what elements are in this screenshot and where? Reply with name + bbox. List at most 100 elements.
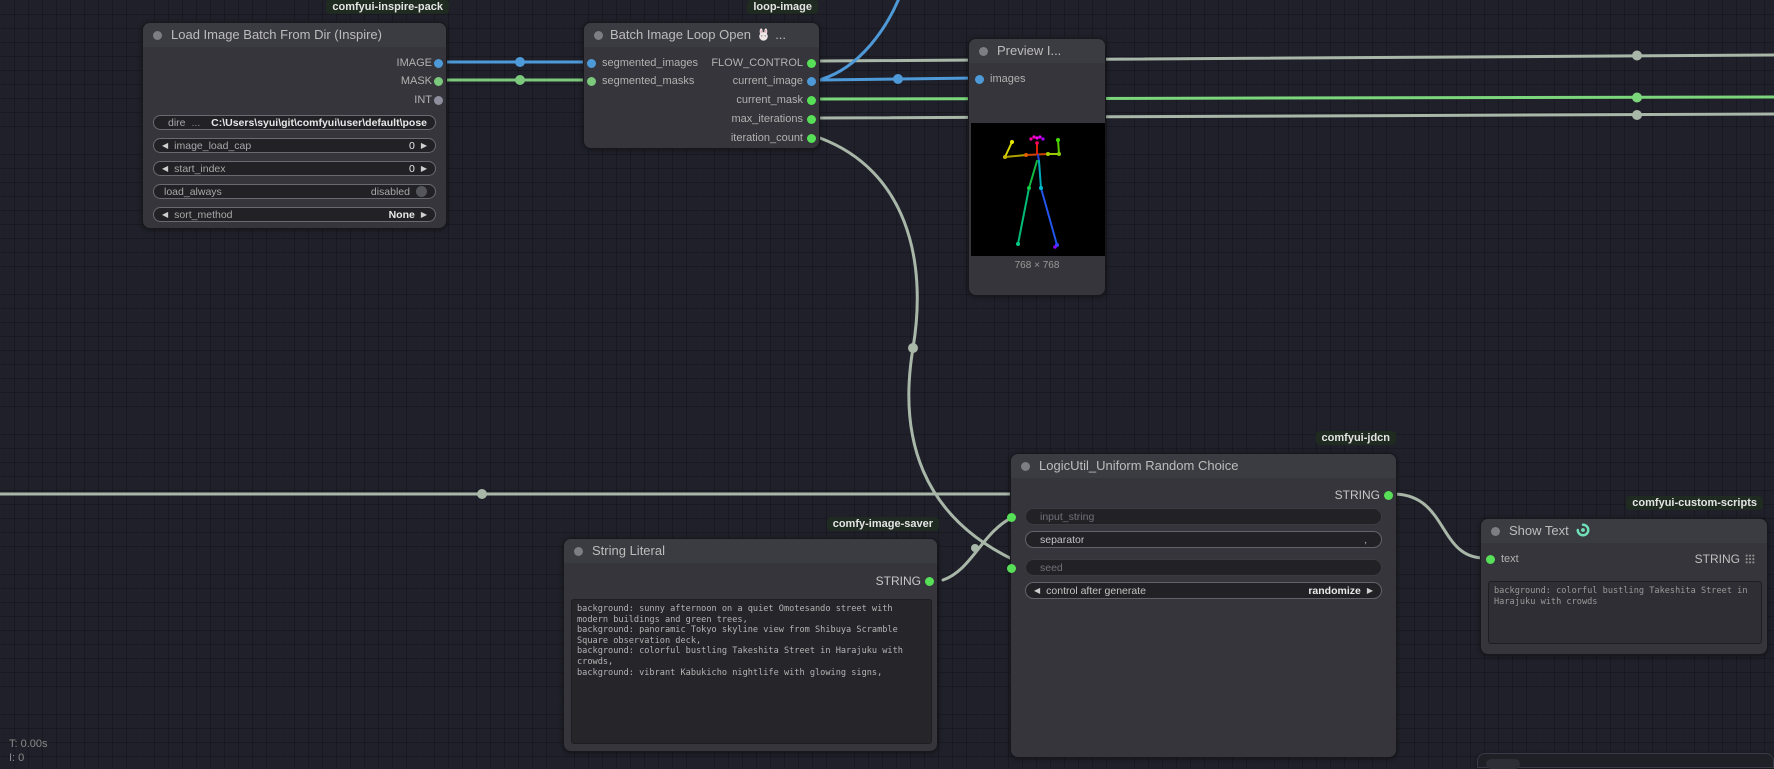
widget-start-index[interactable]: ◀ start_index 0 ▶ [153,161,436,176]
node-badge: comfyui-jdcn [1316,431,1396,445]
widget-value: None [383,209,421,221]
node-title: String Literal [592,543,665,558]
widget-value: 0 [403,163,421,175]
output-slot-max-iterations[interactable] [807,115,816,124]
rabbit-icon [757,28,770,41]
input-widget-seed[interactable]: seed [1025,559,1382,576]
widget-label: control after generate [1046,585,1146,597]
output-slot-flow-control[interactable] [807,59,816,68]
node-title: LogicUtil_Uniform Random Choice [1039,458,1238,473]
input-slot-segmented-masks[interactable] [587,77,596,86]
output-label: STRING [1695,552,1740,566]
output-slot-string[interactable] [925,577,934,586]
toggle-icon[interactable] [416,186,427,197]
node-title: Load Image Batch From Dir (Inspire) [171,27,382,42]
collapse-dot-icon[interactable] [1491,527,1500,536]
input-widget-input-string[interactable]: input_string [1025,508,1382,525]
input-slot-text[interactable] [1486,555,1495,564]
widget-label: image_load_cap [174,140,251,152]
link-current-mask [820,97,1774,99]
link-flow-control [820,55,1774,61]
collapse-dot-icon[interactable] [979,47,988,56]
widget-control-after-generate[interactable]: ◀ control after generate randomize ▶ [1025,582,1382,599]
output-slot-iteration-count[interactable] [807,134,816,143]
node-title: Batch Image Loop Open [610,27,751,42]
output-label-string: STRING [1695,552,1755,566]
node-partial-bottom[interactable] [1477,753,1774,768]
widget-sort-method[interactable]: ◀ sort_method None ▶ [153,207,436,222]
node-title-bar[interactable]: LogicUtil_Uniform Random Choice [1011,454,1396,478]
output-label-mask: MASK [401,74,432,88]
widget-label: load_always [164,186,222,198]
input-slot-images[interactable] [975,75,984,84]
output-slot-string[interactable] [1384,491,1393,500]
string-literal-textarea[interactable]: background: sunny afternoon on a quiet O… [571,599,932,744]
output-slot-int[interactable] [434,96,443,105]
node-preview-image[interactable]: Preview I... images [968,38,1106,296]
output-slot-current-mask[interactable] [807,96,816,105]
output-slot-mask[interactable] [434,77,443,86]
input-slot-seed[interactable] [1007,564,1016,573]
widget-label: seed [1040,562,1063,574]
output-label: current_mask [736,93,803,107]
node-title: Show Text [1509,523,1569,538]
collapse-dot-icon[interactable] [153,31,162,40]
input-label-text: text [1501,552,1519,566]
output-label: current_image [733,74,803,88]
input-label: segmented_images [602,56,698,70]
collapse-dot-icon[interactable] [1021,462,1030,471]
increment-arrow-icon[interactable]: ▶ [421,210,427,219]
output-slot-current-image[interactable] [807,77,816,86]
status-time: T: 0.00s [9,738,48,750]
increment-arrow-icon[interactable]: ▶ [1367,586,1373,595]
widget-value: 0 [403,140,421,152]
widget-separator[interactable]: separator , [1025,531,1382,548]
node-batch-image-loop[interactable]: Batch Image Loop Open ... segmented_imag… [583,22,820,149]
input-label: segmented_masks [602,74,694,88]
decrement-arrow-icon[interactable]: ◀ [162,210,168,219]
show-text-textarea[interactable]: background: colorful bustling Takeshita … [1488,581,1762,644]
widget-label: sort_method [174,209,232,221]
widget-label: start_index [174,163,225,175]
increment-arrow-icon[interactable]: ▶ [421,164,427,173]
decrement-arrow-icon[interactable]: ◀ [162,141,168,150]
increment-arrow-icon[interactable]: ▶ [421,141,427,150]
collapse-dot-icon[interactable] [594,31,603,40]
node-title-bar[interactable]: Load Image Batch From Dir (Inspire) [143,23,446,47]
output-label-int: INT [414,93,432,107]
input-label: images [990,72,1025,86]
node-badge: comfy-image-saver [827,517,939,531]
output-slot-image[interactable] [434,59,443,68]
node-title-bar[interactable]: Batch Image Loop Open ... [584,23,819,47]
node-title-bar[interactable]: Preview I... [969,39,1105,63]
collapse-dot-icon[interactable] [574,547,583,556]
node-badge: loop-image [747,0,818,14]
ellipsis: ... [192,117,201,129]
widget-value: , [1358,534,1373,546]
link-max-iterations [820,114,1774,118]
node-logicutil-random-choice[interactable]: LogicUtil_Uniform Random Choice STRING i… [1010,453,1397,758]
widget-image-load-cap[interactable]: ◀ image_load_cap 0 ▶ [153,138,436,153]
node-load-image-batch[interactable]: Load Image Batch From Dir (Inspire) IMAG… [142,22,447,229]
pysssss-icon [1576,523,1590,537]
input-slot-segmented-images[interactable] [587,59,596,68]
output-label: max_iterations [731,112,803,126]
node-title-bar[interactable]: Show Text [1481,519,1767,543]
widget-value: disabled [365,186,416,198]
output-label-string: STRING [1335,488,1380,502]
widget-load-always[interactable]: load_always disabled [153,184,436,199]
decrement-arrow-icon[interactable]: ◀ [162,164,168,173]
widget-label: separator [1040,534,1084,546]
grid-icon [1745,554,1755,564]
input-slot-input-string[interactable] [1007,513,1016,522]
node-string-literal[interactable]: String Literal STRING background: sunny … [563,538,938,752]
widget-label: dire [168,117,186,129]
decrement-arrow-icon[interactable]: ◀ [1034,586,1040,595]
widget-value: randomize [1302,585,1367,597]
output-label-image: IMAGE [397,56,432,70]
node-title-suffix: ... [775,27,786,42]
node-title-bar[interactable]: String Literal [564,539,937,563]
widget-directory[interactable]: dire ... C:\Users\syui\git\comfyui\user\… [153,115,436,130]
output-label-string: STRING [876,574,921,588]
node-show-text[interactable]: Show Text text STRING background: colorf… [1480,518,1768,655]
